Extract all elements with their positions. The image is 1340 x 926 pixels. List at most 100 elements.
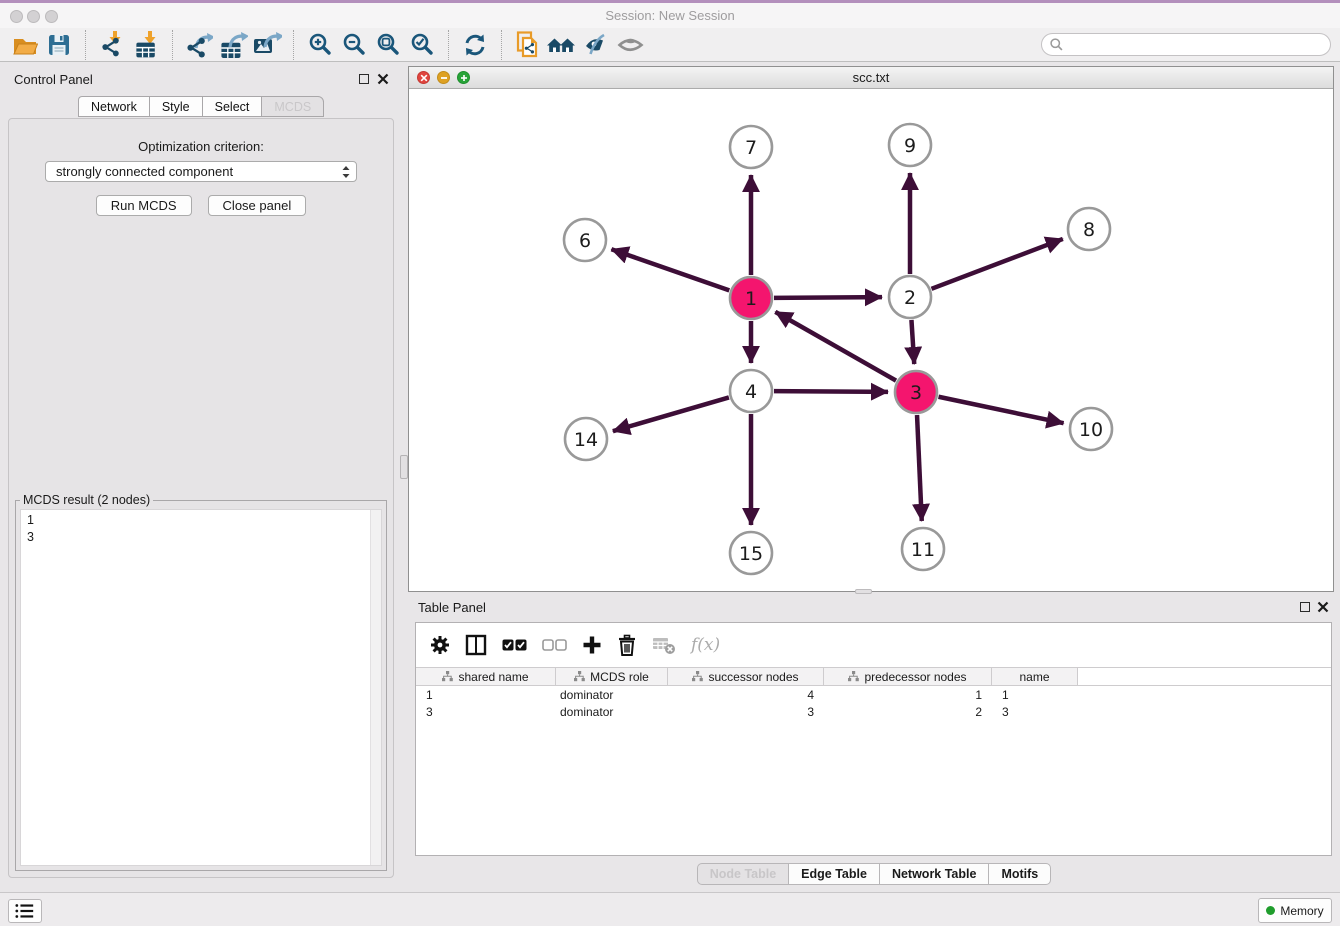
tree-icon [848,671,859,682]
mcds-panel: Optimization criterion: strongly connect… [8,118,394,878]
table-cell[interactable]: 3 [992,705,1078,719]
export-table-button[interactable] [216,30,250,60]
tab-mcds[interactable]: MCDS [261,96,324,117]
save-session-button[interactable] [42,30,76,60]
tab-style[interactable]: Style [149,96,202,117]
float-panel-icon[interactable] [1300,602,1310,612]
function-builder-button[interactable]: f(x) [691,635,720,655]
tab-network[interactable]: Network [78,96,149,117]
run-mcds-button[interactable]: Run MCDS [96,195,192,216]
table-cell[interactable]: 3 [416,705,556,719]
tree-icon [442,671,453,682]
tab-select[interactable]: Select [202,96,262,117]
graph-node-label: 14 [574,429,598,451]
graph-node-label: 6 [579,230,591,252]
table-cell[interactable]: dominator [556,705,668,719]
copy-network-button[interactable] [511,30,545,60]
export-image-button[interactable] [250,30,284,60]
splitter-handle[interactable] [855,589,872,594]
tree-icon [574,671,585,682]
search-icon [1049,37,1064,52]
column-header-name[interactable]: name [992,668,1078,685]
close-panel-icon[interactable] [1317,601,1329,613]
column-layout-button[interactable] [465,634,487,656]
column-header-mcds-role[interactable]: MCDS role [556,668,668,685]
export-network-button[interactable] [182,30,216,60]
visibility-button[interactable] [613,30,647,60]
import-table-icon [132,30,160,60]
table-row[interactable]: 1dominator411 [416,686,1331,703]
zoom-out-icon [342,32,367,57]
export-table-icon [218,30,248,60]
table-cell[interactable]: dominator [556,688,668,702]
column-header-predecessor-nodes[interactable]: predecessor nodes [824,668,992,685]
graph-edge-1-2[interactable] [774,297,882,298]
settings-gear-button[interactable] [430,635,450,655]
tab-node-table[interactable]: Node Table [697,863,788,885]
memory-button[interactable]: Memory [1258,898,1332,923]
select-all-button[interactable] [502,639,527,651]
task-history-button[interactable] [8,899,42,923]
search-input[interactable] [1041,33,1331,56]
list-icon [14,901,36,921]
result-scrollbar[interactable] [370,510,381,865]
graph-node-label: 7 [745,137,757,159]
network-window-titlebar[interactable]: scc.txt [409,67,1333,89]
table-row[interactable]: 3dominator323 [416,703,1331,720]
graph-edge-2-3[interactable] [911,320,914,364]
delete-row-button[interactable] [617,634,637,656]
open-session-button[interactable] [8,30,42,60]
toolbar-separator [448,30,449,60]
add-row-button[interactable] [582,635,602,655]
graph-node-label: 2 [904,287,916,309]
float-panel-icon[interactable] [359,74,369,84]
table-cell[interactable]: 4 [668,688,824,702]
close-panel-button[interactable]: Close panel [208,195,307,216]
tab-motifs[interactable]: Motifs [988,863,1051,885]
delete-table-button[interactable] [652,634,676,656]
import-table-button[interactable] [129,30,163,60]
graph-edge-1-6[interactable] [611,249,729,290]
tab-network-table[interactable]: Network Table [879,863,989,885]
graph-edge-2-8[interactable] [932,239,1063,289]
optimization-criterion-select[interactable]: strongly connected component [45,161,357,182]
refresh-layout-button[interactable] [458,30,492,60]
network-canvas[interactable]: 1234678910111415 [409,89,1333,591]
chevron-up-down-icon [340,164,352,180]
tab-edge-table[interactable]: Edge Table [788,863,879,885]
graph-edge-3-10[interactable] [939,397,1064,423]
zoom-in-button[interactable] [303,30,337,60]
close-panel-icon[interactable] [377,73,389,85]
splitter-handle[interactable] [400,455,408,479]
mcds-result-fieldset: MCDS result (2 nodes) 1 3 [15,493,387,871]
toolbar-separator [293,30,294,60]
column-header-shared-name[interactable]: shared name [416,668,556,685]
dropdown-value: strongly connected component [56,164,233,179]
zoom-out-button[interactable] [337,30,371,60]
network-graph[interactable]: 1234678910111415 [409,89,1333,593]
mcds-result-textarea[interactable]: 1 3 [20,509,382,866]
zoom-fit-button[interactable] [371,30,405,60]
table-cell[interactable]: 1 [824,688,992,702]
graph-edge-3-11[interactable] [917,415,922,521]
graph-edge-3-1[interactable] [775,312,896,381]
graph-edge-4-3[interactable] [774,391,888,392]
table-cell[interactable]: 2 [824,705,992,719]
node-table-card: f(x) shared name MCDS role successor nod… [415,622,1332,856]
column-header-successor-nodes[interactable]: successor nodes [668,668,824,685]
toolbar-separator [172,30,173,60]
node-table-body: 1dominator4113dominator323 [416,686,1331,720]
table-cell[interactable]: 3 [668,705,824,719]
graph-node-label: 15 [739,543,763,565]
show-all-networks-button[interactable] [545,30,579,60]
graph-edge-4-14[interactable] [613,397,729,431]
tree-icon [692,671,703,682]
zoom-selected-button[interactable] [405,30,439,60]
table-cell[interactable]: 1 [416,688,556,702]
table-cell[interactable]: 1 [992,688,1078,702]
import-network-button[interactable] [95,30,129,60]
hide-graphics-details-button[interactable] [579,30,613,60]
memory-label: Memory [1280,904,1323,918]
graph-node-label: 10 [1079,419,1103,441]
deselect-all-button[interactable] [542,639,567,651]
